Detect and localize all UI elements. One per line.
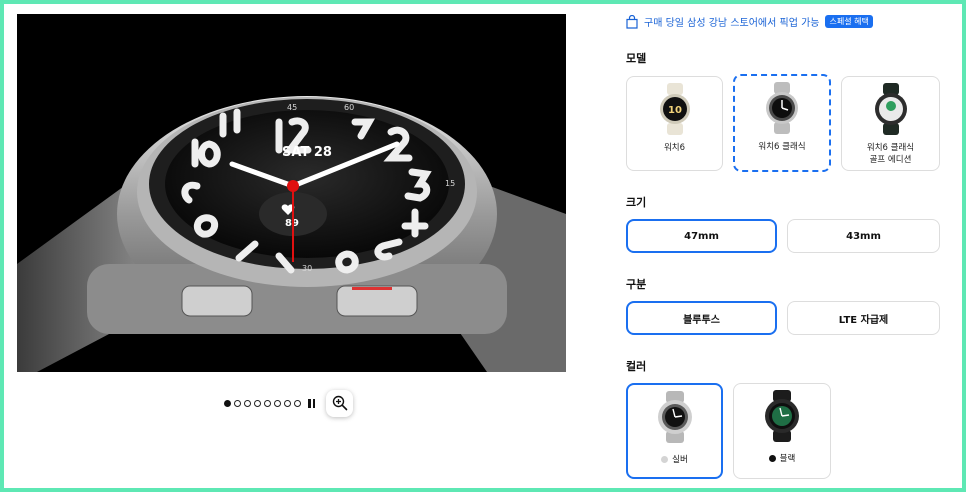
zoom-button[interactable] (326, 389, 353, 417)
model-section-title: 모델 (626, 52, 647, 65)
size-section-title: 크기 (626, 196, 647, 209)
model-option-label: 워치6 (663, 143, 686, 153)
pickup-text: 구매 당일 삼성 강남 스토어에서 픽업 가능 (644, 18, 820, 29)
size-option-47mm[interactable]: 47mm (626, 219, 777, 253)
model-option-watch6[interactable]: 10 워치6 (626, 76, 723, 171)
shopping-bag-icon (626, 14, 638, 29)
model-option-watch6-classic[interactable]: 워치6 클래식 (733, 74, 831, 172)
zoom-in-icon (332, 395, 347, 411)
black-swatch (768, 454, 776, 462)
watch-date-complication: SAT 28 (282, 145, 332, 160)
type-option-bluetooth[interactable]: 블루투스 (626, 301, 777, 335)
silver-watch-thumbnail (657, 391, 692, 443)
silver-swatch (661, 455, 669, 463)
black-watch-thumbnail (765, 390, 799, 442)
watch6-classic-thumbnail (766, 82, 798, 134)
type-option-lte[interactable]: LTE 자급제 (787, 301, 940, 335)
model-option-watch6-classic-golf[interactable]: 워치6 클래식 골프 에디션 (841, 76, 940, 171)
color-option-black[interactable]: 블랙 (733, 383, 831, 479)
carousel-dot[interactable] (284, 399, 291, 407)
svg-text:10: 10 (668, 105, 682, 116)
carousel-dot[interactable] (294, 399, 301, 407)
carousel-dot[interactable] (264, 399, 271, 407)
color-option-silver[interactable]: 실버 (626, 383, 723, 479)
model-option-label: 워치6 클래식 (758, 142, 806, 152)
type-section-title: 구분 (626, 278, 647, 291)
color-option-text: 실버 (672, 455, 688, 465)
watch6-classic-golf-thumbnail (874, 83, 907, 135)
model-option-label-line1: 워치6 클래식 (866, 143, 915, 153)
store-pickup-notice: 구매 당일 삼성 강남 스토어에서 픽업 가능 스페셜 혜택 (626, 14, 873, 29)
color-option-text: 블랙 (779, 454, 796, 464)
carousel-dot[interactable] (244, 399, 251, 407)
bezel-number: 60 (344, 103, 354, 112)
carousel-dot[interactable] (274, 399, 281, 407)
bezel-number: 30 (302, 264, 312, 273)
special-benefit-badge[interactable]: 스페셜 혜택 (825, 15, 873, 28)
watch6-thumbnail: 10 (659, 83, 690, 135)
image-carousel-controls (224, 389, 353, 417)
color-section-title: 컬러 (626, 360, 647, 373)
bezel-number: 15 (445, 179, 455, 188)
carousel-dot[interactable] (234, 399, 241, 407)
product-main-image[interactable]: 45 15 30 60 SAT 28 89 (17, 14, 566, 372)
color-option-label: 실버 (661, 453, 688, 465)
size-option-43mm[interactable]: 43mm (787, 219, 940, 253)
carousel-dot[interactable] (224, 399, 231, 407)
model-option-label: 워치6 클래식 골프 에디션 (867, 142, 914, 166)
color-option-label: 블랙 (768, 452, 796, 464)
carousel-dot[interactable] (254, 399, 261, 407)
pause-icon[interactable] (308, 398, 315, 408)
bezel-number: 45 (287, 103, 297, 112)
model-option-label-line2: 골프 에디션 (869, 155, 912, 165)
